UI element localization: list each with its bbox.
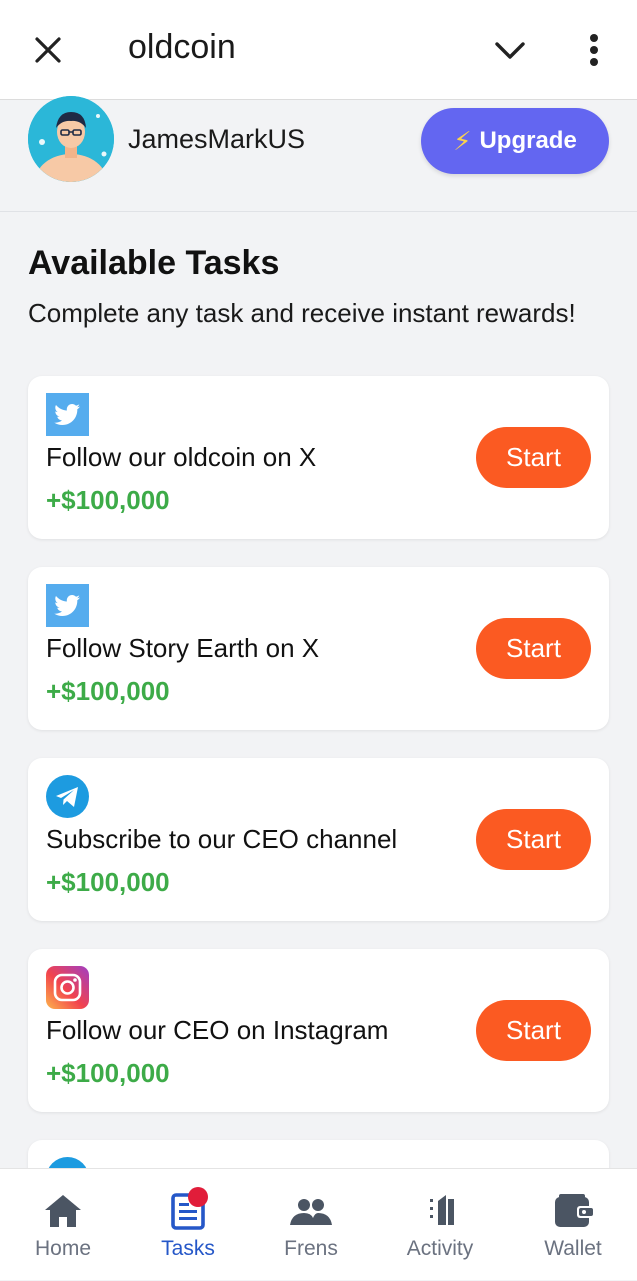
- instagram-icon: [46, 966, 89, 1009]
- activity-icon: [416, 1191, 464, 1231]
- tasks-icon: [164, 1187, 212, 1231]
- nav-label: Home: [34, 1237, 92, 1260]
- start-button[interactable]: Start: [476, 809, 591, 870]
- friends-icon: [287, 1191, 335, 1231]
- task-label: Subscribe to our CEO channel: [46, 824, 398, 854]
- nav-label: Frens: [284, 1237, 338, 1260]
- twitter-icon: [46, 393, 89, 436]
- avatar[interactable]: [28, 96, 114, 182]
- task-label: Follow our CEO on Instagram: [46, 1015, 389, 1045]
- nav-wallet[interactable]: Wallet: [518, 1169, 628, 1281]
- twitter-icon: [46, 584, 89, 627]
- chevron-down-icon[interactable]: [490, 34, 530, 66]
- nav-label: Tasks: [161, 1237, 215, 1260]
- nav-tasks[interactable]: Tasks: [133, 1169, 243, 1281]
- section-heading: Available Tasks: [28, 244, 280, 282]
- upgrade-button[interactable]: ⚡ Upgrade: [421, 108, 609, 174]
- notification-badge: [188, 1187, 208, 1207]
- username: JamesMarkUS: [128, 124, 306, 154]
- nav-label: Activity: [406, 1237, 474, 1260]
- nav-home[interactable]: Home: [8, 1169, 118, 1281]
- telegram-icon: [46, 775, 89, 818]
- task-card: Follow our oldcoin on X +$100,000 Start: [28, 376, 609, 539]
- nav-label: Wallet: [544, 1237, 602, 1260]
- task-reward: +$100,000: [46, 867, 170, 897]
- close-icon[interactable]: [30, 32, 66, 68]
- lightning-icon: ⚡: [453, 125, 472, 156]
- home-icon: [39, 1191, 87, 1231]
- wallet-icon: [549, 1191, 597, 1231]
- bottom-navigation: Home Tasks Frens Activity Wallet: [0, 1168, 637, 1280]
- app-title: oldcoin: [128, 28, 236, 66]
- profile-header: JamesMarkUS ⚡ Upgrade: [0, 96, 637, 212]
- top-app-bar: oldcoin: [0, 0, 637, 100]
- task-card: Follow Story Earth on X +$100,000 Start: [28, 567, 609, 730]
- task-reward: +$100,000: [46, 676, 170, 706]
- task-card: Follow our CEO on Instagram +$100,000 St…: [28, 949, 609, 1112]
- nav-frens[interactable]: Frens: [256, 1169, 366, 1281]
- task-label: Follow Story Earth on X: [46, 633, 320, 663]
- start-button[interactable]: Start: [476, 618, 591, 679]
- task-reward: +$100,000: [46, 485, 170, 515]
- task-label: Follow our oldcoin on X: [46, 442, 317, 472]
- upgrade-label: Upgrade: [479, 127, 577, 154]
- start-button[interactable]: Start: [476, 427, 591, 488]
- more-options-icon[interactable]: [580, 30, 608, 70]
- start-button[interactable]: Start: [476, 1000, 591, 1061]
- task-reward: +$100,000: [46, 1058, 170, 1088]
- task-card: Subscribe to our CEO channel +$100,000 S…: [28, 758, 609, 921]
- section-subtitle: Complete any task and receive instant re…: [28, 298, 576, 328]
- nav-activity[interactable]: Activity: [385, 1169, 495, 1281]
